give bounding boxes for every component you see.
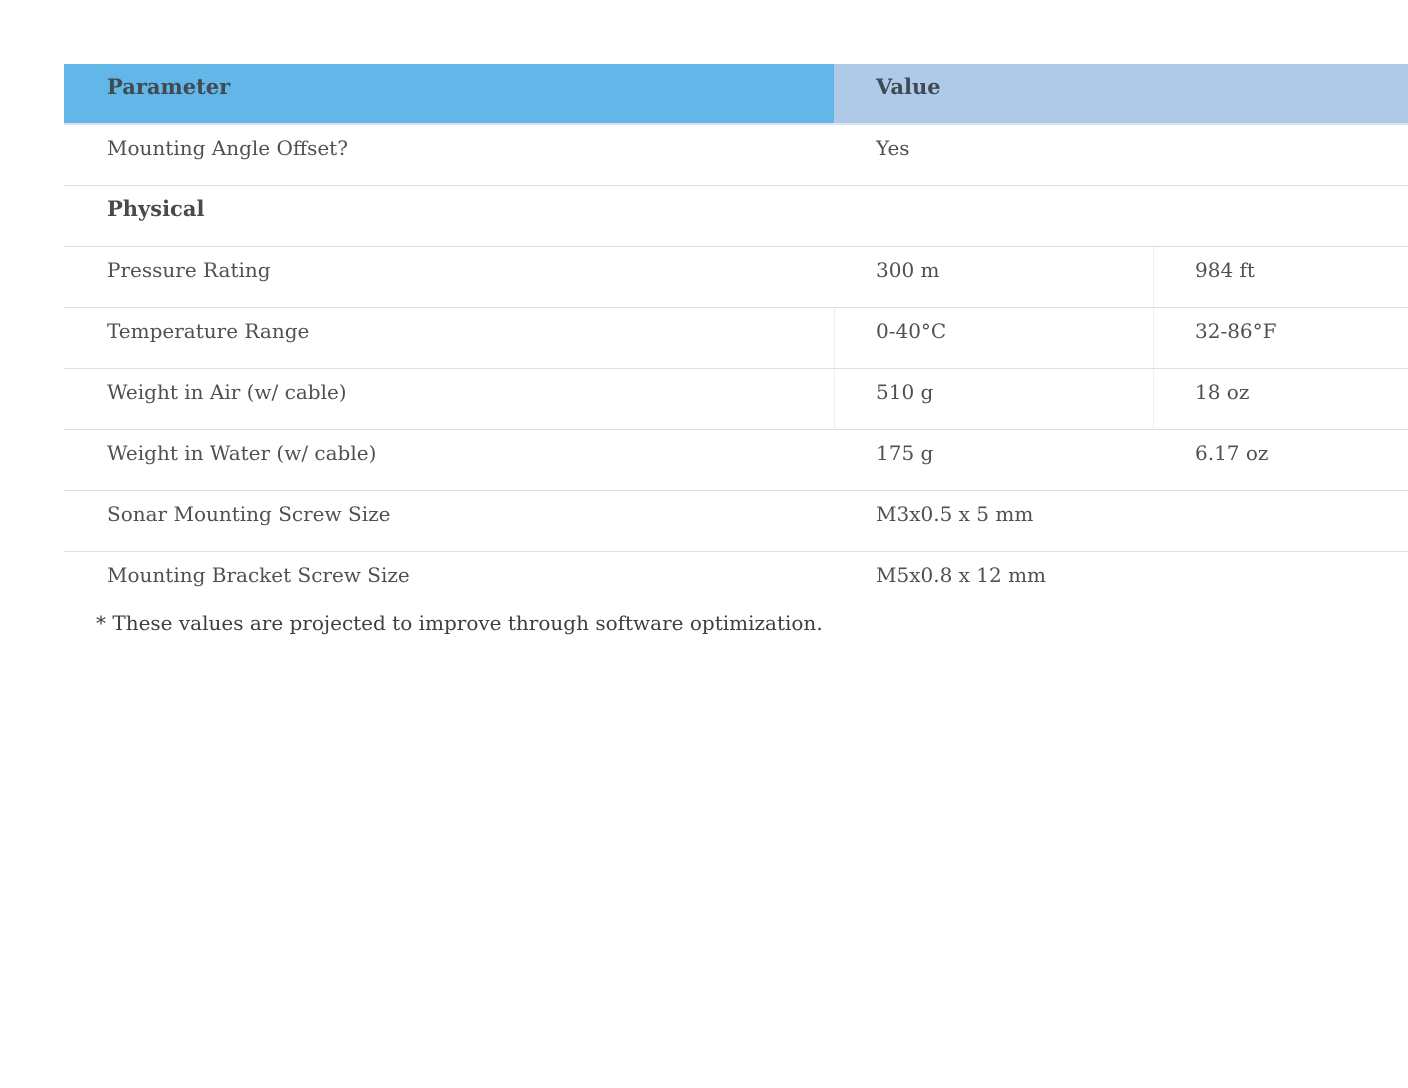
row-value: M3x0.5 x 5 mm [876,502,1034,526]
column-divider [1153,247,1154,307]
row-alt-value: 984 ft [1195,258,1255,282]
section-label: Physical [107,196,205,221]
row-label: Sonar Mounting Screw Size [107,502,391,526]
table-row: Temperature Range 0-40°C 32-86°F [64,308,1408,369]
row-value: Yes [876,136,910,160]
footnote: * These values are projected to improve … [96,611,823,635]
table-header: Parameter Value [64,64,1408,125]
row-alt-value: 6.17 oz [1195,441,1269,465]
table-row: Mounting Bracket Screw Size M5x0.8 x 12 … [64,552,1408,613]
table-row: Pressure Rating 300 m 984 ft [64,247,1408,308]
row-value: M5x0.8 x 12 mm [876,563,1047,587]
row-alt-value: 32-86°F [1195,319,1277,343]
row-label: Mounting Angle Offset? [107,136,348,160]
header-parameter-label: Parameter [107,74,231,99]
row-label: Temperature Range [107,319,310,343]
row-alt-value: 18 oz [1195,380,1250,404]
header-value-label: Value [876,74,941,99]
table-row: Mounting Angle Offset? Yes [64,125,1408,186]
table-row: Weight in Air (w/ cable) 510 g 18 oz [64,369,1408,430]
row-value: 510 g [876,380,934,404]
column-divider [834,369,835,429]
row-value: 0-40°C [876,319,947,343]
row-label: Pressure Rating [107,258,271,282]
row-label: Weight in Air (w/ cable) [107,380,347,404]
row-value: 300 m [876,258,940,282]
row-value: 175 g [876,441,934,465]
column-divider [1153,308,1154,368]
section-row-physical: Physical [64,186,1408,247]
row-label: Mounting Bracket Screw Size [107,563,410,587]
column-divider [834,308,835,368]
table-row: Sonar Mounting Screw Size M3x0.5 x 5 mm [64,491,1408,552]
row-label: Weight in Water (w/ cable) [107,441,377,465]
column-divider [1153,369,1154,429]
spec-table: Parameter Value Mounting Angle Offset? Y… [64,64,1408,613]
table-row: Weight in Water (w/ cable) 175 g 6.17 oz [64,430,1408,491]
